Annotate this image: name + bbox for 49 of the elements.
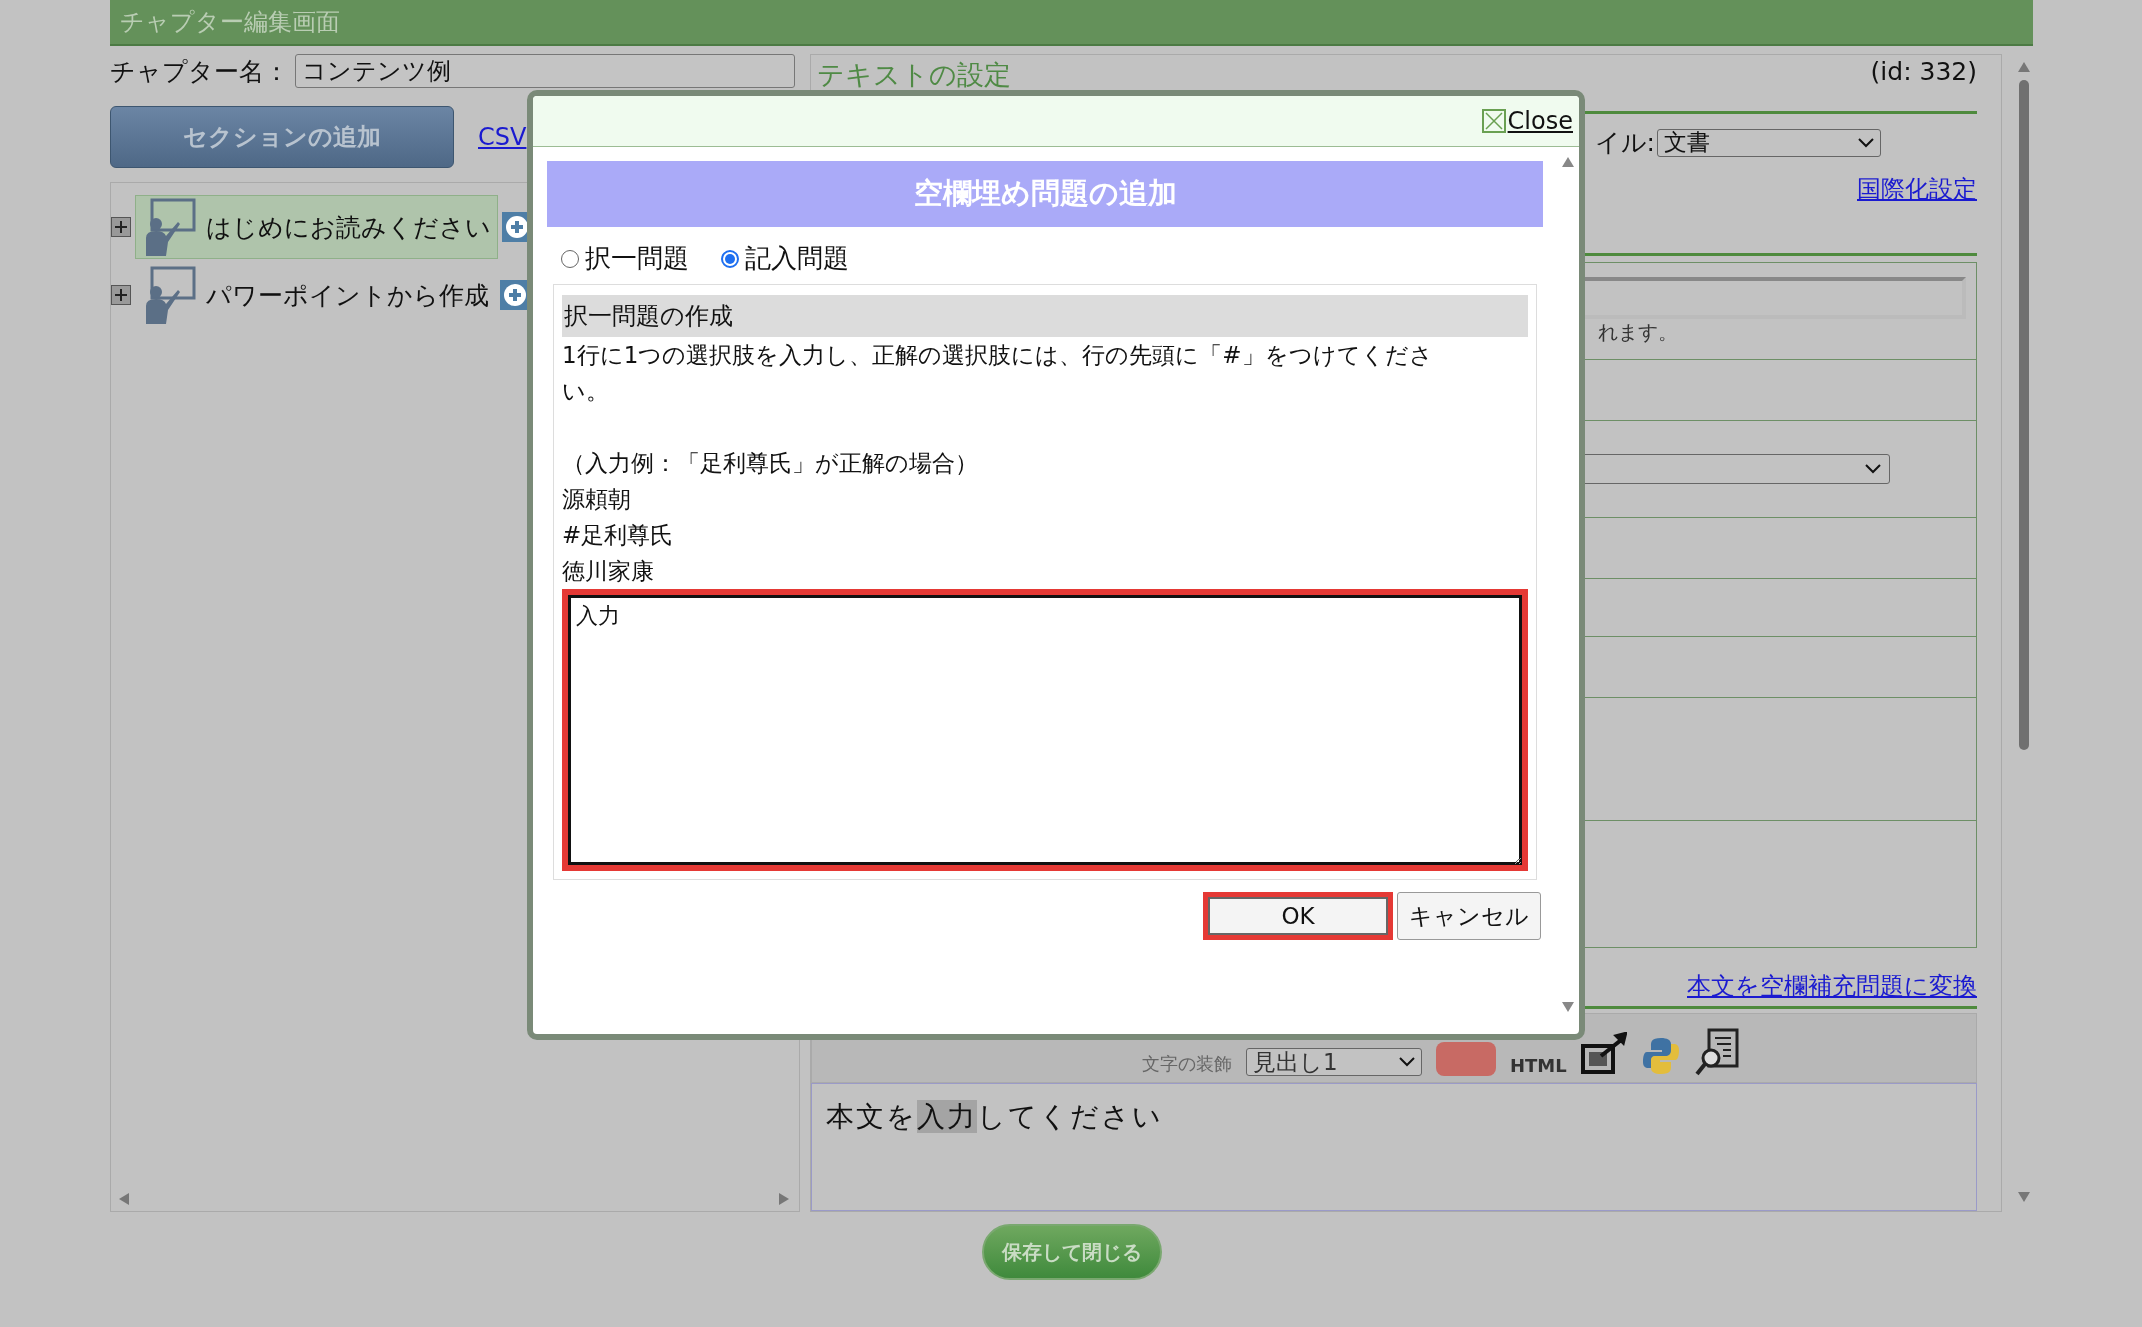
ok-button[interactable]: OK [1203, 892, 1393, 940]
decoration-label: 文字の装飾 [1142, 1052, 1232, 1076]
mode-radio[interactable]: 記入問題 [721, 241, 849, 276]
chapter-name-label: チャプター名： [110, 55, 289, 88]
chevron-down-icon [1399, 1057, 1415, 1067]
document-search-icon[interactable] [1694, 1028, 1741, 1076]
tree-item-label: パワーポイントから作成 [206, 279, 489, 312]
convert-link[interactable]: 本文を空欄補充問題に変換 [1687, 970, 1977, 1006]
i18n-link[interactable]: 国際化設定 [1857, 173, 1977, 253]
example-line: #足利尊氏 [562, 521, 675, 550]
chapter-name-field[interactable]: コンテンツ例 [295, 54, 795, 88]
cancel-button[interactable]: キャンセル [1397, 892, 1541, 940]
close-link[interactable]: Close [1481, 107, 1573, 135]
page-title-bar: チャプター編集画面 [110, 0, 2033, 46]
tree-item-label: はじめにお読みください [206, 211, 491, 244]
scroll-left-icon[interactable] [119, 1193, 131, 1205]
chevron-down-icon [1865, 464, 1881, 474]
answer-box[interactable]: 入力 [562, 589, 1528, 871]
dialog-title: 空欄埋め問題の追加 [547, 161, 1543, 227]
scroll-right-icon[interactable] [779, 1193, 791, 1205]
instruction-text: 1行に1つの選択肢を入力し、正解の選択肢には、行の先頭に「#」をつけてください。 [562, 341, 1434, 406]
scroll-down-icon[interactable] [2018, 1192, 2030, 1204]
close-icon [1481, 109, 1506, 133]
chevron-down-icon [1858, 137, 1874, 148]
example-line: （入力例：「足利尊氏」が正解の場合） [562, 449, 979, 478]
expand-icon[interactable] [111, 285, 131, 305]
section-title: テキストの設定 [817, 58, 1011, 92]
python-icon[interactable] [1640, 1036, 1681, 1076]
section-heading: 択一問題の作成 [562, 295, 1528, 337]
note-text: れます。 [1597, 318, 1679, 346]
tree-item[interactable]: パワーポイントから作成 [135, 263, 496, 327]
tree-item[interactable]: はじめにお読みください [135, 195, 498, 259]
scroll-up-icon[interactable] [2018, 62, 2030, 74]
add-icon[interactable] [500, 280, 530, 310]
html-button[interactable]: HTML [1510, 1055, 1567, 1076]
id-label: (id: 332) [1870, 57, 1977, 86]
heading-select[interactable]: 見出し1 [1246, 1048, 1422, 1076]
expand-icon[interactable] [111, 217, 131, 237]
mode-radio[interactable]: 択一問題 [561, 241, 689, 276]
window-arrow-icon[interactable] [1580, 1032, 1627, 1076]
example-line: 徳川家康 [562, 557, 655, 586]
style-label: イル: [1594, 127, 1655, 159]
radio-icon[interactable] [721, 249, 739, 268]
example-line: 源頼朝 [562, 485, 632, 514]
body-text-editor[interactable]: 本文を 入力 してください [811, 1083, 1977, 1211]
csv-link[interactable]: CSV [478, 123, 527, 151]
style-select[interactable]: 文書 [1657, 128, 1881, 157]
scrollbar-thumb[interactable] [2019, 80, 2029, 750]
scroll-up-icon[interactable] [1562, 157, 1574, 169]
